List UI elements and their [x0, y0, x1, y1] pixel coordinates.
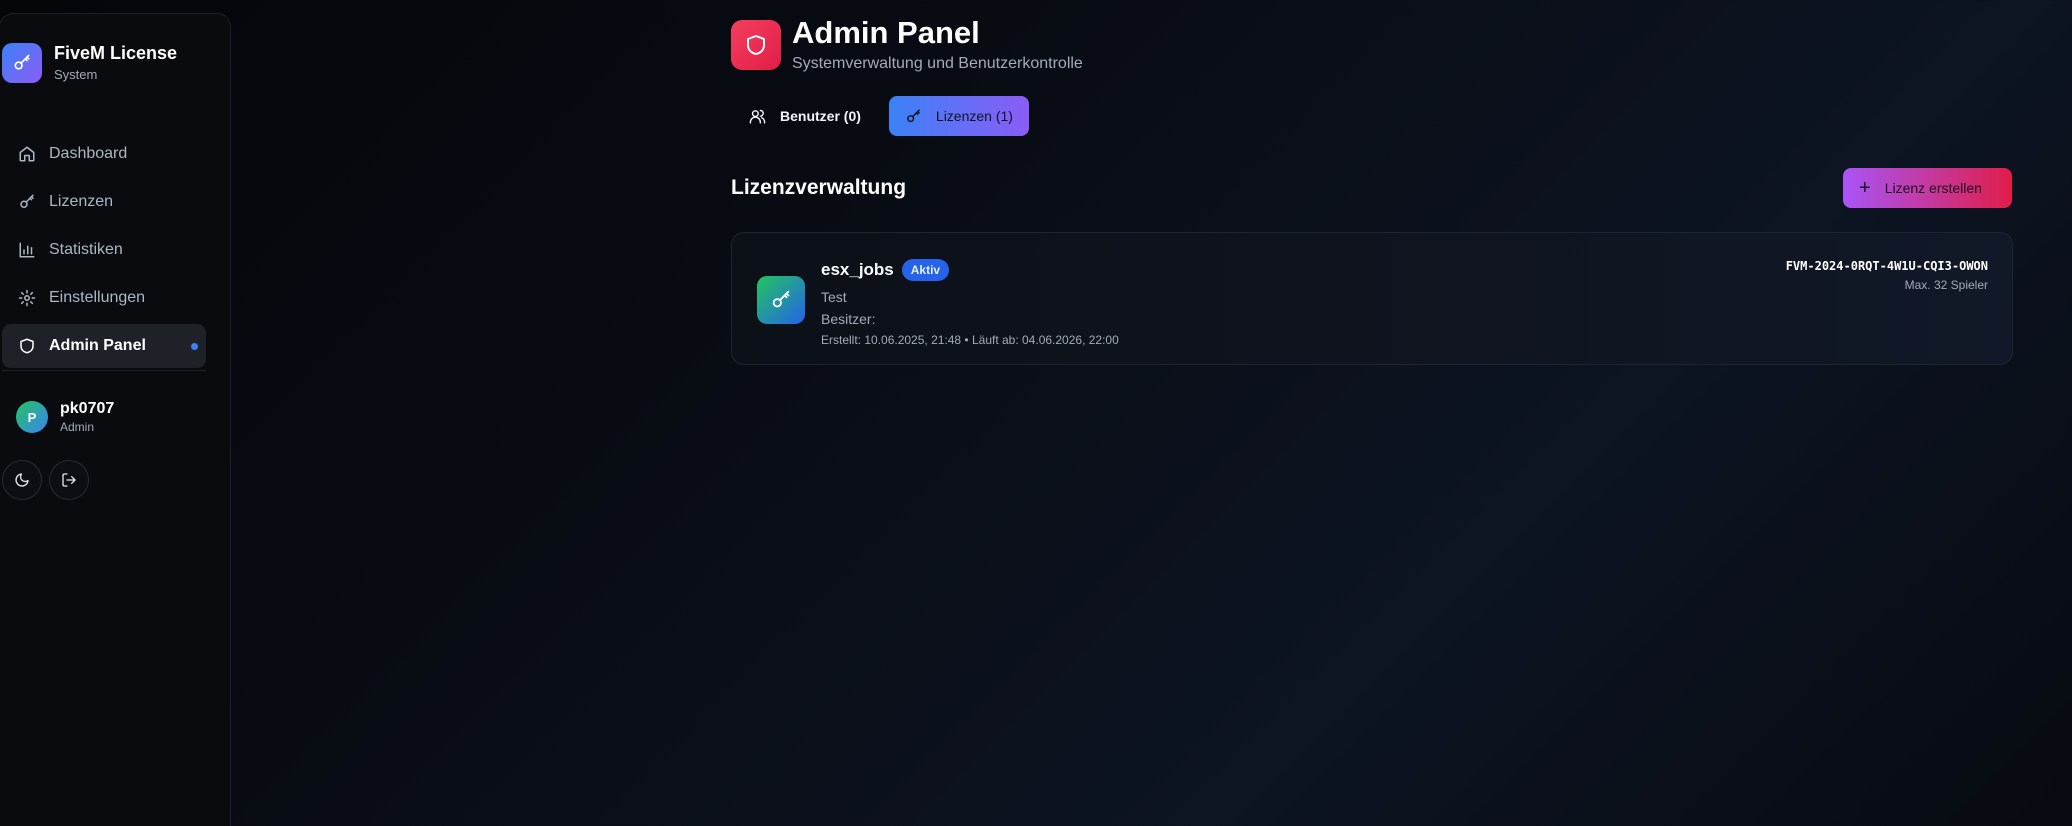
page-subtitle: Systemverwaltung und Benutzerkontrolle — [792, 55, 1083, 72]
sidebar-item-statistiken[interactable]: Statistiken — [2, 228, 206, 272]
key-icon — [2, 43, 42, 83]
license-card[interactable]: esx_jobs Aktiv Test Besitzer: Erstellt: … — [731, 232, 2013, 365]
theme-toggle-button[interactable] — [2, 460, 42, 500]
license-dates: Erstellt: 10.06.2025, 21:48 • Läuft ab: … — [821, 333, 1119, 347]
sidebar-item-label: Statistiken — [49, 241, 123, 258]
user-name: pk0707 — [60, 400, 115, 417]
license-owner: Besitzer: — [821, 311, 876, 327]
license-description: Test — [821, 289, 847, 305]
brand-subtitle: System — [54, 67, 98, 82]
create-license-button[interactable]: + Lizenz erstellen — [1843, 168, 2012, 208]
page-header: Admin Panel Systemverwaltung und Benutze… — [731, 16, 1083, 74]
users-icon — [749, 108, 766, 125]
tab-label: Benutzer (0) — [780, 108, 861, 124]
logout-icon — [61, 472, 77, 488]
logout-button[interactable] — [49, 460, 89, 500]
plus-icon: + — [1859, 177, 1871, 199]
tab-label: Lizenzen (1) — [935, 108, 1013, 124]
sidebar-item-label: Admin Panel — [49, 337, 146, 354]
key-icon — [905, 108, 922, 125]
sidebar-item-label: Dashboard — [49, 145, 128, 162]
moon-icon — [14, 472, 30, 488]
shield-icon — [17, 336, 37, 356]
tab-benutzer[interactable]: Benutzer (0) — [733, 96, 877, 136]
tab-lizenzen[interactable]: Lizenzen (1) — [888, 96, 1029, 136]
sidebar-item-label: Lizenzen — [49, 193, 114, 210]
license-key[interactable]: FVM-2024-0RQT-4W1U-CQI3-OWON — [1786, 259, 1988, 273]
shield-icon — [731, 20, 781, 70]
section-title: Lizenzverwaltung — [731, 176, 907, 199]
sidebar-divider — [2, 370, 206, 371]
bar-chart-icon — [17, 240, 37, 260]
sidebar: FiveM License System Dashboard Lizenzen … — [0, 13, 231, 826]
key-icon — [17, 192, 37, 212]
status-badge: Aktiv — [901, 259, 950, 281]
license-max-players: Max. 32 Spieler — [1904, 278, 1988, 292]
active-indicator-dot — [191, 343, 198, 350]
sidebar-item-dashboard[interactable]: Dashboard — [2, 132, 206, 176]
sidebar-item-einstellungen[interactable]: Einstellungen — [2, 276, 206, 320]
create-license-label: Lizenz erstellen — [1884, 180, 1982, 196]
user-profile[interactable]: P pk0707 Admin — [16, 399, 114, 435]
sidebar-item-label: Einstellungen — [49, 289, 146, 306]
license-name: esx_jobs — [821, 260, 894, 279]
home-icon — [17, 144, 37, 164]
gear-icon — [17, 288, 37, 308]
brand[interactable]: FiveM License System — [2, 42, 177, 84]
sidebar-item-admin-panel[interactable]: Admin Panel — [2, 324, 206, 368]
key-icon — [757, 276, 805, 324]
avatar: P — [16, 401, 48, 433]
sidebar-nav: Dashboard Lizenzen Statistiken Einstellu… — [2, 132, 206, 372]
tab-bar: Benutzer (0) Lizenzen (1) — [733, 96, 1029, 136]
sidebar-item-lizenzen[interactable]: Lizenzen — [2, 180, 206, 224]
user-role: Admin — [60, 420, 95, 434]
brand-title: FiveM License — [54, 43, 178, 63]
page-title: Admin Panel — [792, 15, 980, 50]
